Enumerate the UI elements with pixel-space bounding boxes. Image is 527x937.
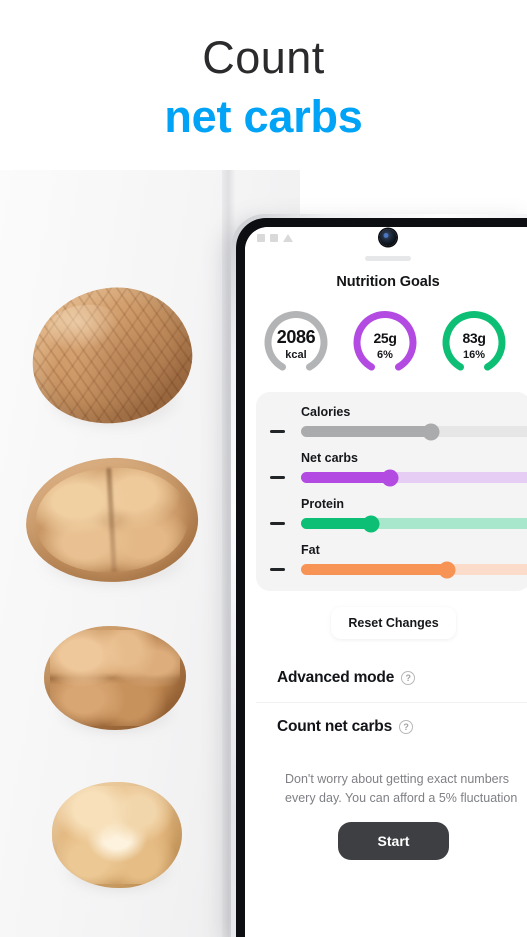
phone-screen: Nutrition Goals 2086 kcal 25g 6% 83g 16%… [245,227,527,937]
status-bar-icons [257,234,293,242]
phone-bezel: Nutrition Goals 2086 kcal 25g 6% 83g 16%… [236,218,527,937]
sheet-drag-handle[interactable] [365,256,411,261]
slider-label-net-carbs: Net carbs [301,451,358,465]
slider-calories-thumb[interactable] [422,423,440,440]
slider-net-carbs-thumb[interactable] [381,469,399,486]
gauge-protein-percent: 16% [462,349,486,361]
minus-icon [269,522,285,525]
front-camera-icon [379,229,397,246]
page-title: Nutrition Goals [336,274,440,290]
gauge-protein[interactable]: 83g 16% [434,304,514,376]
gauge-net-carbs-number: 25 [373,330,389,346]
slider-fat-thumb[interactable] [438,561,456,578]
slider-protein-thumb[interactable] [362,515,380,532]
slider-net-carbs-fill [301,472,391,483]
signal-icon [257,234,265,242]
slider-row-net-carbs: Net carbs [256,451,527,486]
walnut-whole-body [24,278,200,433]
decrement-calories-button[interactable] [264,430,290,433]
macro-sliders-card: Calories Net carbs Protein Fat [256,392,527,591]
headline: Count net carbs [0,32,527,145]
slider-net-carbs[interactable] [301,469,527,486]
slider-protein-fill [301,518,372,529]
reset-button-row: Reset Changes [256,591,527,654]
walnut-half-in-shell [22,453,202,590]
slider-label-fat: Fat [301,543,320,557]
headline-line-1: Count [202,32,325,83]
slider-row-protein: Protein [256,497,527,532]
gauge-net-carbs-percent: 6% [377,349,393,361]
gauge-protein-unit: g [477,330,486,346]
slider-protein[interactable] [301,515,527,532]
walnut-kernel-dark-body [44,626,186,730]
slider-row-calories: Calories [256,405,527,440]
walnut-whole [24,278,200,433]
options-card: Advanced mode ? Count net carbs ? [256,654,527,751]
wifi-icon [270,234,278,242]
decrement-protein-button[interactable] [264,522,290,525]
slider-calories-fill [301,426,431,437]
option-count-net-carbs-label: Count net carbs [277,718,392,735]
slider-label-calories: Calories [301,405,351,419]
gauge-net-carbs[interactable]: 25g 6% [345,304,425,376]
walnut-kernel-light [52,782,182,895]
slider-label-protein: Protein [301,497,345,511]
phone-mockup: Nutrition Goals 2086 kcal 25g 6% 83g 16%… [231,214,527,937]
option-advanced-mode-label: Advanced mode [277,669,395,686]
gauge-net-carbs-unit: g [388,330,397,346]
battery-icon [283,234,293,242]
gauge-protein-number: 83 [462,330,478,346]
walnut-kernel-dark [44,626,186,737]
gauge-protein-value: 83g [434,327,514,348]
walnut-kernel-light-body [52,782,182,888]
gauge-calories-value: 2086 [276,327,316,347]
nutrition-gauges: 2086 kcal 25g 6% 83g 16% [245,290,527,392]
minus-icon [269,476,285,479]
option-advanced-mode[interactable]: Advanced mode ? [256,654,527,702]
status-bar [245,227,527,249]
slider-row-fat: Fat [256,543,527,578]
gauge-fat[interactable] [523,304,527,376]
minus-icon [269,430,285,433]
headline-line-2: net carbs [164,90,363,142]
slider-calories[interactable] [301,423,527,440]
help-icon[interactable]: ? [398,720,413,734]
gauge-calories-unit: kcal [285,349,307,361]
help-icon[interactable]: ? [401,671,416,685]
slider-fat[interactable] [301,561,527,578]
gauge-calories[interactable]: 2086 kcal [256,304,336,376]
decrement-fat-button[interactable] [264,568,290,571]
slider-fat-fill [301,564,447,575]
nutrition-goals-sheet: Nutrition Goals 2086 kcal 25g 6% 83g 16%… [245,249,527,860]
start-button-row: Start [256,821,527,860]
start-button[interactable]: Start [337,821,450,860]
fluctuation-note: Don't worry about getting exact numbers … [285,772,518,805]
option-count-net-carbs[interactable]: Count net carbs ? [256,702,527,751]
gauge-net-carbs-value: 25g [345,327,425,348]
minus-icon [269,568,285,571]
reset-changes-button[interactable]: Reset Changes [331,607,456,639]
decrement-net-carbs-button[interactable] [264,476,290,479]
